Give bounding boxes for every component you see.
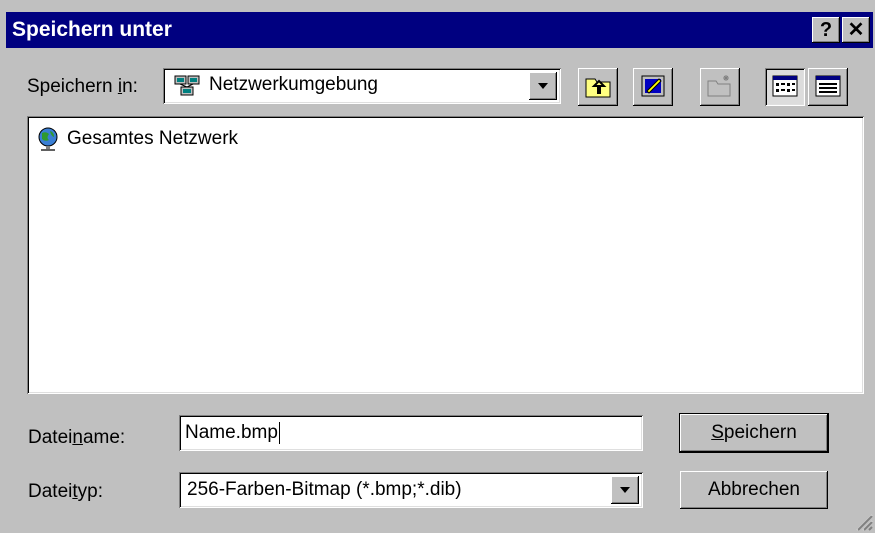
chevron-down-icon — [620, 487, 630, 493]
globe-network-icon — [38, 127, 58, 151]
filetype-dropdown-button[interactable] — [611, 476, 639, 504]
title-bar[interactable]: Speichern unter ? ✕ — [6, 12, 873, 48]
new-folder-icon — [707, 75, 731, 97]
close-button[interactable]: ✕ — [842, 17, 870, 43]
list-view-icon — [772, 75, 798, 97]
file-list[interactable]: Gesamtes Netzwerk — [27, 116, 864, 394]
network-neighborhood-icon — [174, 75, 200, 96]
text-caret — [278, 422, 280, 444]
filetype-label: Dateityp: — [28, 481, 103, 502]
cancel-button[interactable]: Abbrechen — [680, 471, 828, 509]
resize-grip-icon[interactable] — [853, 511, 873, 531]
list-item[interactable]: Gesamtes Netzwerk — [35, 126, 238, 152]
up-one-level-button[interactable] — [578, 68, 618, 106]
list-item-label: Gesamtes Netzwerk — [67, 128, 239, 150]
details-view-icon — [815, 75, 841, 97]
details-view-button[interactable] — [808, 68, 848, 106]
help-button[interactable]: ? — [812, 17, 840, 43]
desktop-button[interactable] — [633, 68, 673, 106]
new-folder-button[interactable] — [700, 68, 740, 106]
chevron-down-icon — [538, 83, 548, 89]
filetype-value: 256-Farben-Bitmap (*.bmp;*.dib) — [187, 479, 462, 500]
save-button[interactable]: Speichern — [680, 414, 828, 452]
filename-input[interactable]: Name.bmp — [179, 415, 643, 451]
save-as-dialog: Speichern unter ? ✕ Speichern in: Netzwe… — [0, 0, 875, 533]
filename-value: Name.bmp — [185, 422, 278, 444]
save-in-combo[interactable]: Netzwerkumgebung — [163, 68, 561, 104]
list-view-button[interactable] — [765, 68, 805, 106]
filename-label: Dateiname: — [28, 427, 126, 448]
desktop-icon — [641, 75, 665, 97]
folder-up-icon — [585, 78, 611, 98]
save-in-value: Netzwerkumgebung — [209, 74, 378, 95]
save-in-label: Speichern in: — [27, 76, 138, 97]
window-title: Speichern unter — [12, 18, 172, 41]
filetype-select[interactable]: 256-Farben-Bitmap (*.bmp;*.dib) — [179, 472, 643, 508]
save-in-dropdown-button[interactable] — [529, 72, 557, 100]
